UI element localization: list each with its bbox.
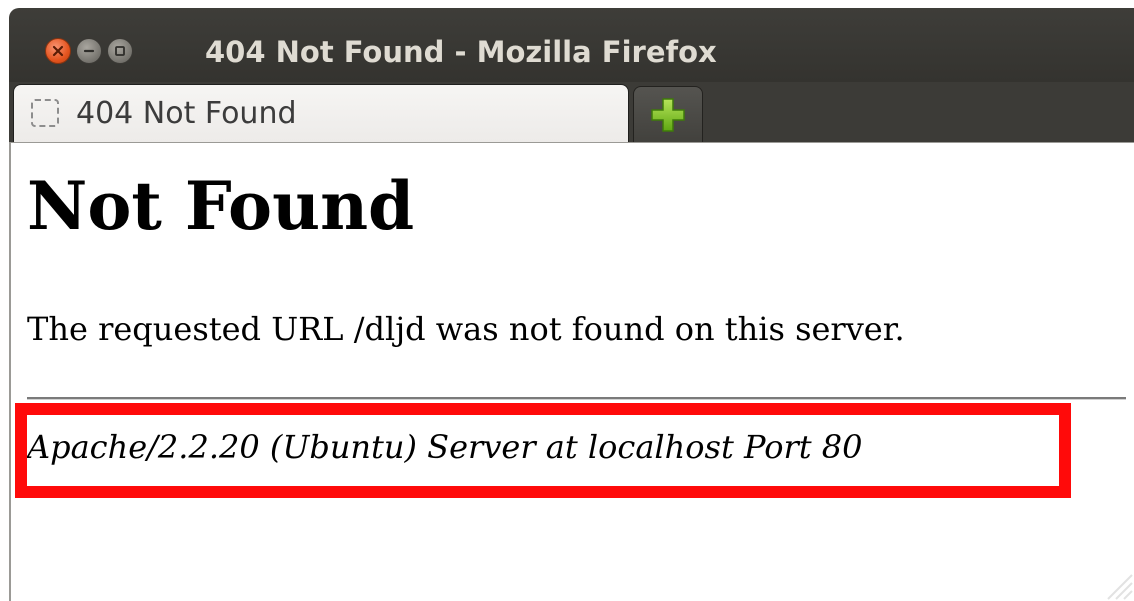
tab-404-not-found[interactable]: 404 Not Found <box>13 84 629 142</box>
error-message: The requested URL /dljd was not found on… <box>27 310 905 348</box>
blank-page-icon <box>31 99 59 127</box>
title-bar[interactable]: 404 Not Found - Mozilla Firefox <box>9 8 1134 82</box>
minimize-icon <box>83 49 95 53</box>
resize-grip-icon[interactable] <box>1094 561 1134 601</box>
minimize-window-button[interactable] <box>76 38 102 64</box>
close-icon <box>52 45 64 57</box>
plus-icon <box>651 97 685 132</box>
highlight-annotation-box <box>15 403 1071 498</box>
tab-label: 404 Not Found <box>76 96 297 131</box>
tab-strip: 404 Not Found <box>9 82 1134 142</box>
new-tab-button[interactable] <box>633 86 703 142</box>
page-content: Not Found The requested URL /dljd was no… <box>9 142 1134 601</box>
horizontal-rule <box>27 397 1126 400</box>
page-heading: Not Found <box>27 167 415 245</box>
maximize-window-button[interactable] <box>107 38 133 64</box>
browser-window: 404 Not Found - Mozilla Firefox 404 Not … <box>0 0 1134 601</box>
maximize-icon <box>115 46 125 56</box>
close-window-button[interactable] <box>45 38 71 64</box>
window-title: 404 Not Found - Mozilla Firefox <box>205 35 717 69</box>
